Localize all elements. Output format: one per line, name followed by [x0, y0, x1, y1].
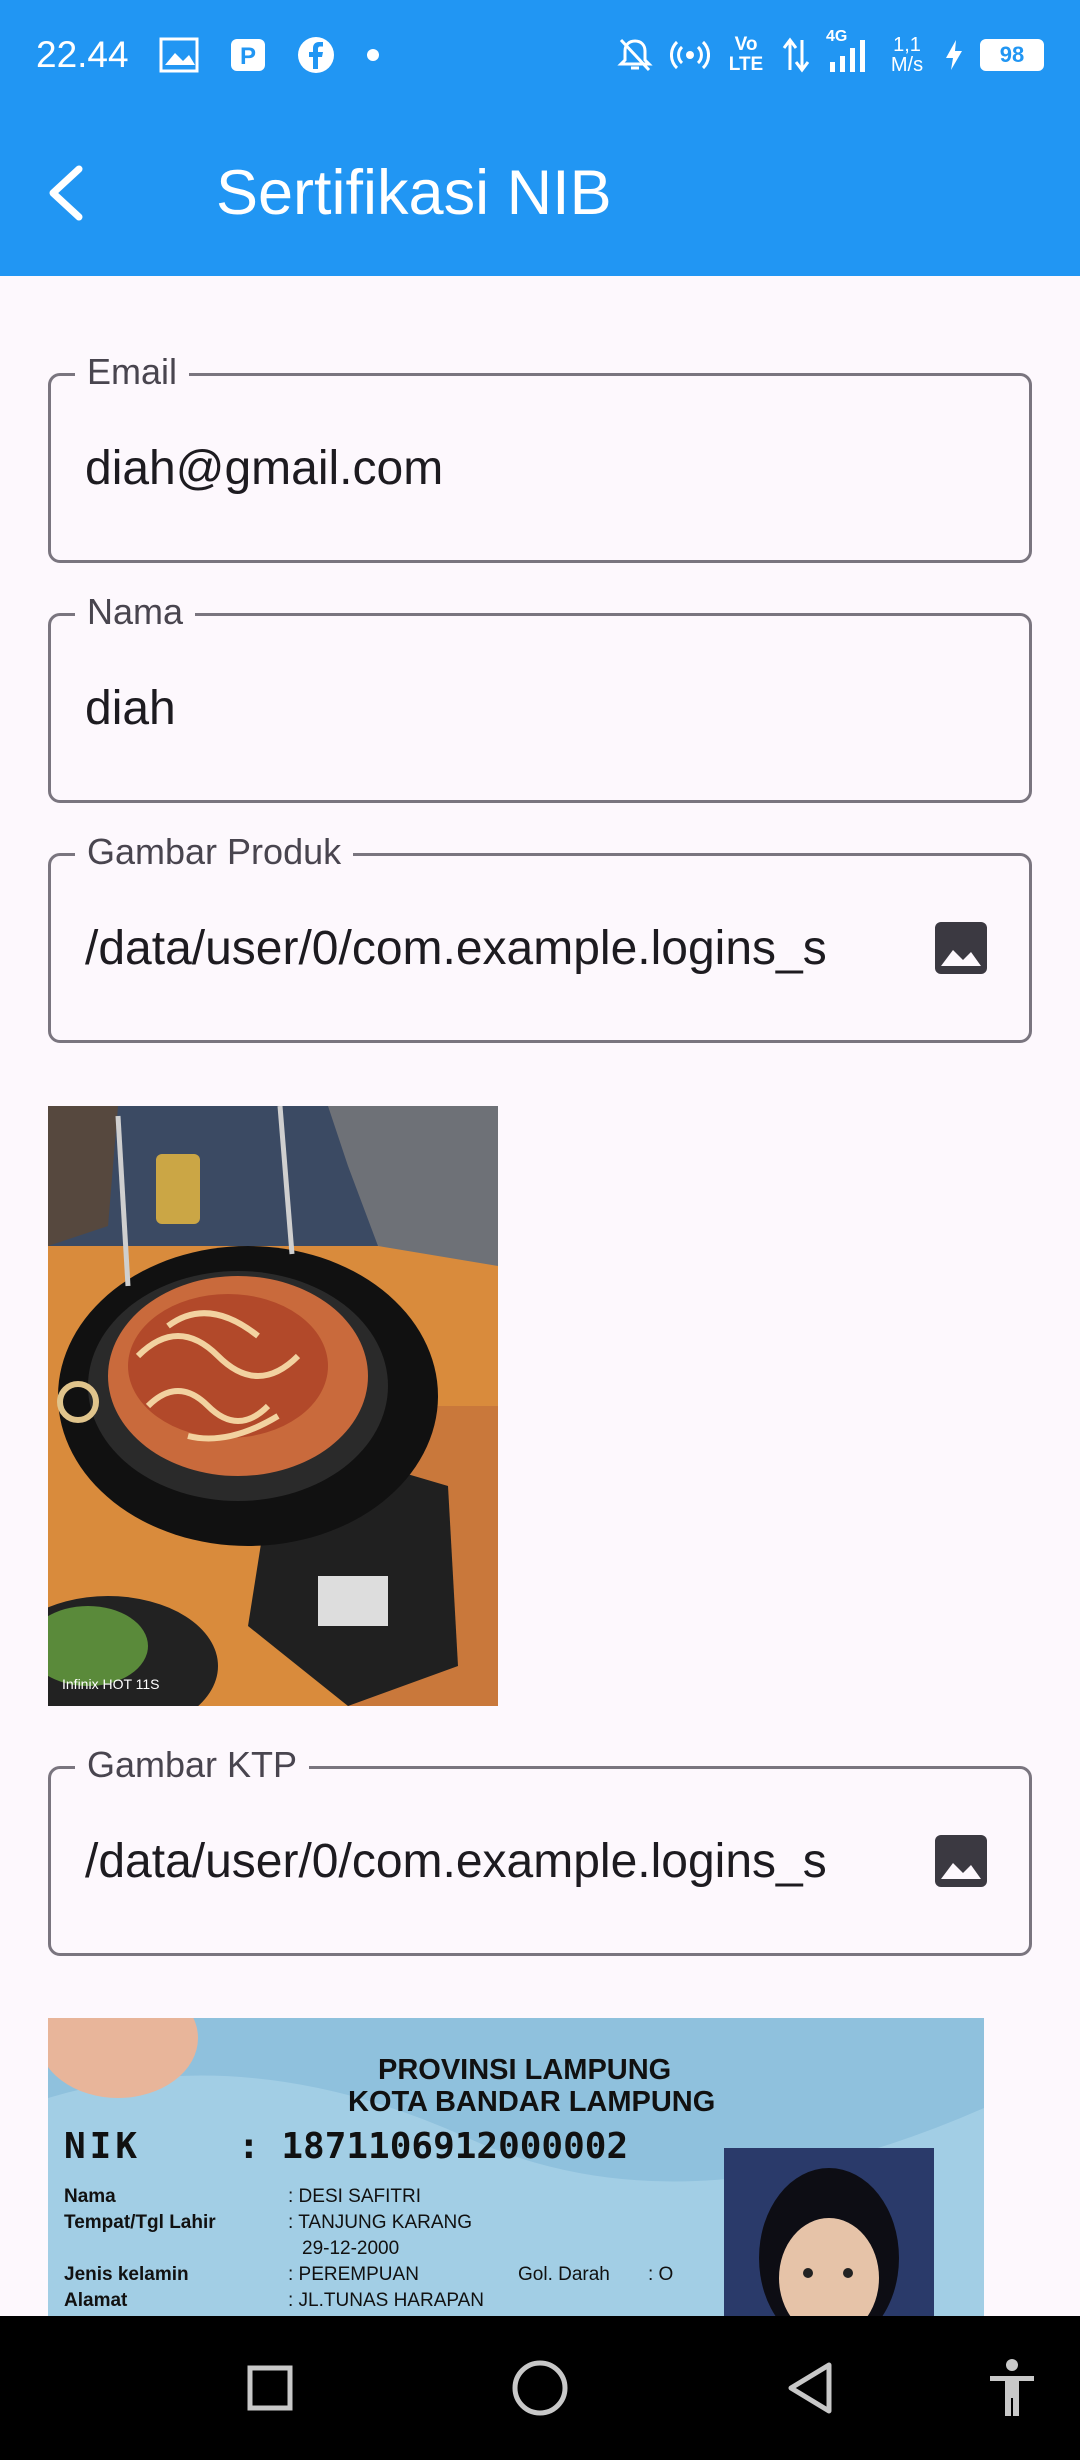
- ktp-row-3-label: Jenis kelamin: [64, 2264, 189, 2285]
- ktp-nik-label: NIK: [64, 2126, 142, 2167]
- svg-text:P: P: [240, 43, 256, 70]
- product-photo: Infinix HOT 11S: [48, 1106, 498, 1706]
- ktp-nik-value: : 1871106912000002: [238, 2126, 629, 2167]
- facebook-icon: [297, 36, 335, 74]
- ktp-row-3-value: : PEREMPUAN: [288, 2264, 419, 2285]
- ktp-row-0-label: Nama: [64, 2186, 116, 2207]
- ktp-blood-label: Gol. Darah: [518, 2264, 610, 2285]
- network-gen-label: 4G: [826, 28, 848, 45]
- recents-square-icon: [247, 2365, 293, 2411]
- speed-value: 1,1: [893, 34, 921, 56]
- mute-bell-icon: [616, 36, 654, 74]
- accessibility-icon: [990, 2359, 1034, 2416]
- image-icon[interactable]: [933, 1833, 989, 1889]
- recents-button[interactable]: [230, 2316, 310, 2460]
- home-button[interactable]: [500, 2316, 580, 2460]
- email-field[interactable]: Email diah@gmail.com: [48, 350, 1032, 563]
- more-notifications-dot-icon: [365, 47, 381, 63]
- ktp-row-4-label: Alamat: [64, 2290, 128, 2311]
- ktp-row-1-label: Tempat/Tgl Lahir: [64, 2212, 216, 2233]
- page-title: Sertifikasi NIB: [216, 158, 612, 228]
- gambar-ktp-field[interactable]: Gambar KTP /data/user/0/com.example.logi…: [48, 1743, 1032, 1956]
- back-button[interactable]: [0, 110, 130, 276]
- battery-indicator: 98: [980, 39, 1044, 71]
- status-time: 22.44: [36, 34, 129, 75]
- hotspot-icon: [670, 36, 710, 74]
- email-input[interactable]: diah@gmail.com: [85, 376, 995, 560]
- nama-input[interactable]: diah: [85, 616, 995, 800]
- data-transfer-icon: [782, 36, 810, 74]
- gambar-produk-input[interactable]: /data/user/0/com.example.logins_s: [85, 856, 889, 1040]
- accessibility-button[interactable]: [972, 2316, 1052, 2460]
- form-content[interactable]: Email diah@gmail.com Nama diah Gambar Pr…: [0, 276, 1080, 2316]
- network-speed: 1,1 M/s: [886, 35, 928, 75]
- nav-back-button[interactable]: [770, 2316, 850, 2460]
- arrow-back-icon: [49, 165, 83, 221]
- back-triangle-icon: [788, 2362, 832, 2414]
- app-bar: Sertifikasi NIB: [0, 110, 1080, 276]
- status-bar: 22.44 P Vo LTE 4G 1,1 M/s 98: [0, 0, 1080, 110]
- charging-icon: [944, 38, 964, 72]
- home-circle-icon: [512, 2360, 568, 2416]
- gallery-notification-icon: [159, 37, 199, 73]
- gambar-ktp-input[interactable]: /data/user/0/com.example.logins_s: [85, 1769, 889, 1953]
- system-nav-bar: [0, 2316, 1080, 2460]
- parking-app-icon: P: [229, 37, 267, 73]
- signal-4g-icon: 4G: [826, 28, 870, 74]
- camera-watermark: Infinix HOT 11S: [62, 1676, 160, 1692]
- ktp-row-2-value: 29-12-2000: [302, 2238, 400, 2259]
- ktp-row-1-value: : TANJUNG KARANG: [288, 2212, 473, 2233]
- ktp-row-4-value: : JL.TUNAS HARAPAN: [288, 2290, 485, 2311]
- volte-indicator: Vo LTE: [728, 34, 764, 75]
- ktp-row-0-value: : DESI SAFITRI: [288, 2186, 422, 2207]
- image-icon[interactable]: [933, 920, 989, 976]
- ktp-city: KOTA BANDAR LAMPUNG: [348, 2086, 716, 2118]
- speed-unit: M/s: [890, 54, 924, 76]
- ktp-blood-value: : O: [648, 2264, 674, 2285]
- ktp-province: PROVINSI LAMPUNG: [378, 2054, 672, 2086]
- nama-field[interactable]: Nama diah: [48, 590, 1032, 803]
- ktp-photo: PROVINSI LAMPUNG KOTA BANDAR LAMPUNG NIK…: [48, 2018, 984, 2316]
- gambar-produk-field[interactable]: Gambar Produk /data/user/0/com.example.l…: [48, 830, 1032, 1043]
